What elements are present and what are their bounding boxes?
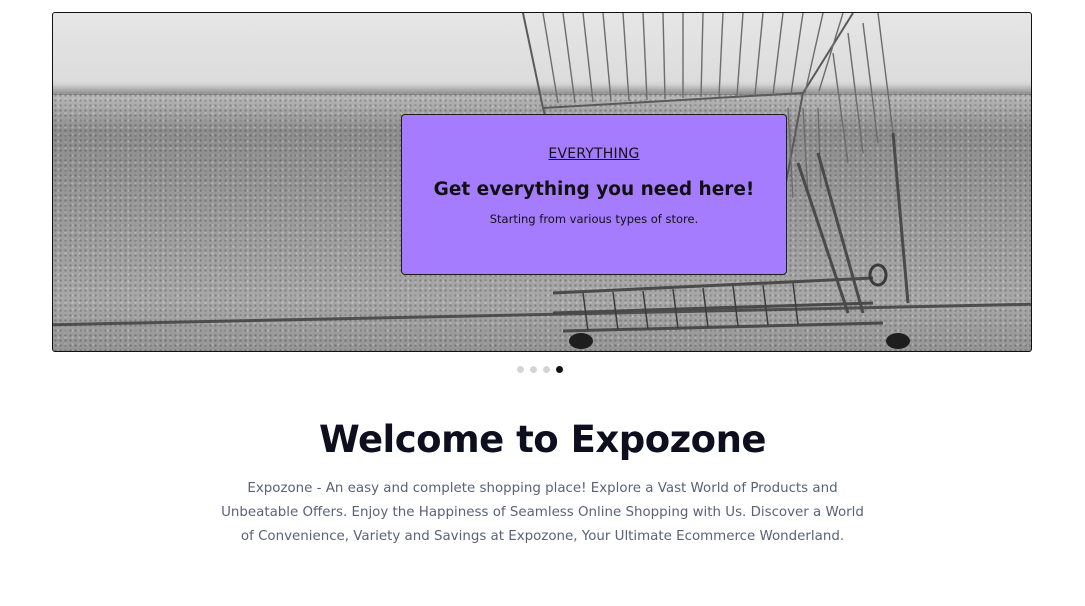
banner-subtext: Starting from various types of store. <box>489 212 699 226</box>
carousel-dot-3[interactable] <box>543 366 550 373</box>
welcome-description-line: Expozone - An easy and complete shopping… <box>247 481 838 496</box>
hero-carousel[interactable]: EVERYTHING Get everything you need here!… <box>52 12 1032 352</box>
carousel-dot-2[interactable] <box>530 366 537 373</box>
banner-headline: Get everything you need here! <box>433 179 755 200</box>
carousel-dot-1[interactable] <box>517 366 524 373</box>
welcome-description-line: of Convenience, Variety and Savings at E… <box>240 529 845 544</box>
page: EVERYTHING Get everything you need here!… <box>0 0 1085 606</box>
carousel-dot-4-active[interactable] <box>556 366 563 373</box>
welcome-description-line: Unbeatable Offers. Enjoy the Happiness o… <box>221 505 864 520</box>
welcome-description: Expozone - An easy and complete shopping… <box>210 477 875 549</box>
promo-banner[interactable]: EVERYTHING Get everything you need here!… <box>401 114 787 275</box>
banner-kicker-link[interactable]: EVERYTHING <box>402 146 786 162</box>
welcome-title: Welcome to Expozone <box>318 418 767 461</box>
carousel-pagination <box>517 366 563 373</box>
